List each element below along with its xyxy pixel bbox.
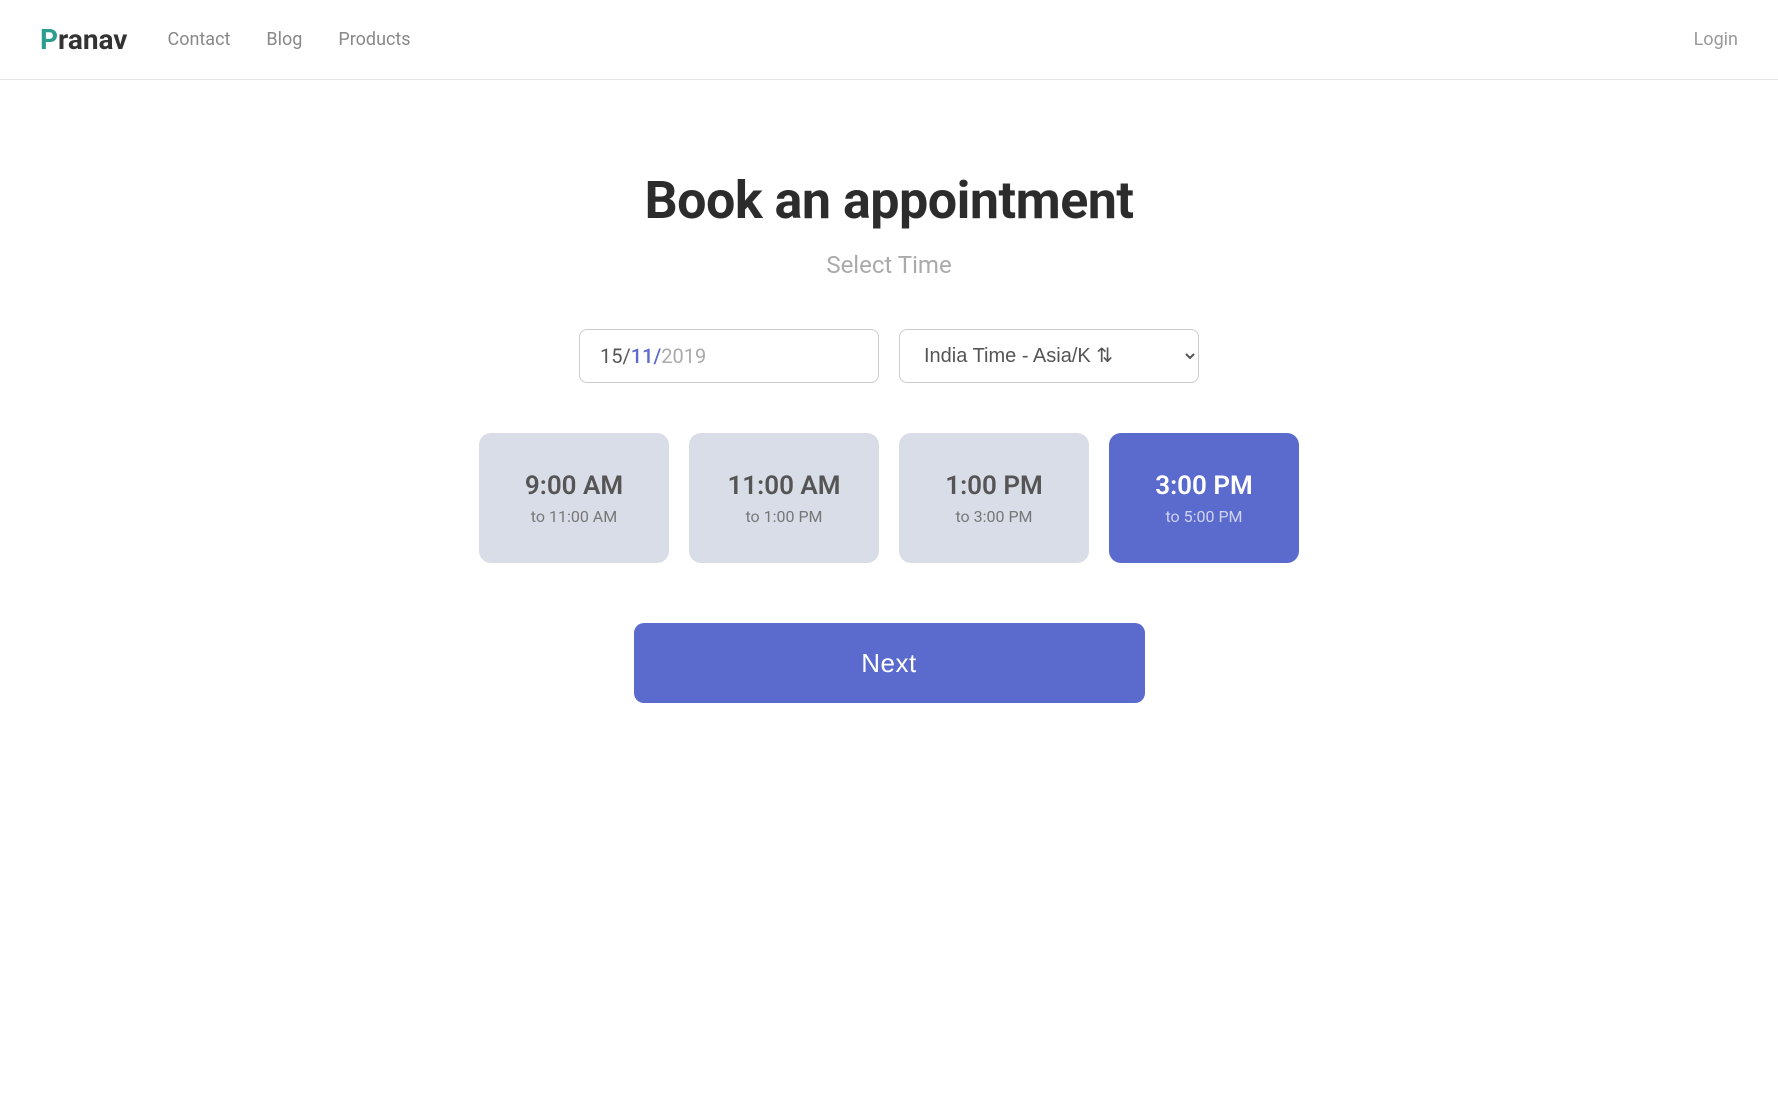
slot-4-end: to 5:00 PM xyxy=(1165,507,1242,526)
slot-3-end: to 3:00 PM xyxy=(955,507,1032,526)
slot-1-start: 9:00 AM xyxy=(525,471,623,501)
slot-2-end: to 1:00 PM xyxy=(745,507,822,526)
slot-1-end: to 11:00 AM xyxy=(531,507,617,526)
nav-item-contact[interactable]: Contact xyxy=(167,29,230,50)
time-slot-3[interactable]: 1:00 PM to 3:00 PM xyxy=(899,433,1089,563)
logo-p-letter: P xyxy=(40,23,58,56)
timezone-select[interactable]: India Time - Asia/K ⇅ UTC US Eastern - A… xyxy=(899,329,1199,383)
nav-link-contact[interactable]: Contact xyxy=(167,29,230,50)
date-month: 11/ xyxy=(631,344,662,368)
nav-link-products[interactable]: Products xyxy=(338,29,410,50)
time-slot-1[interactable]: 9:00 AM to 11:00 AM xyxy=(479,433,669,563)
nav-item-products[interactable]: Products xyxy=(338,29,410,50)
page-subtitle: Select Time xyxy=(826,251,951,279)
slot-3-start: 1:00 PM xyxy=(945,471,1043,501)
nav-link-blog[interactable]: Blog xyxy=(266,29,302,50)
slot-4-start: 3:00 PM xyxy=(1155,471,1253,501)
time-slot-4[interactable]: 3:00 PM to 5:00 PM xyxy=(1109,433,1299,563)
main-content: Book an appointment Select Time 15/11/20… xyxy=(0,80,1778,703)
logo-text: ranav xyxy=(58,23,127,56)
nav-item-blog[interactable]: Blog xyxy=(266,29,302,50)
date-field[interactable]: 15/11/2019 xyxy=(579,329,879,383)
login-button[interactable]: Login xyxy=(1694,29,1738,50)
next-button[interactable]: Next xyxy=(634,623,1145,703)
logo[interactable]: Pranav xyxy=(40,23,127,56)
time-slot-2[interactable]: 11:00 AM to 1:00 PM xyxy=(689,433,879,563)
controls-row: 15/11/2019 India Time - Asia/K ⇅ UTC US … xyxy=(579,329,1199,383)
time-slots-row: 9:00 AM to 11:00 AM 11:00 AM to 1:00 PM … xyxy=(479,433,1299,563)
slot-2-start: 11:00 AM xyxy=(727,471,840,501)
page-title: Book an appointment xyxy=(644,170,1133,231)
nav-links: Contact Blog Products xyxy=(167,29,410,50)
date-day: 15/ xyxy=(600,344,631,368)
date-year: 2019 xyxy=(661,344,706,368)
navbar: Pranav Contact Blog Products Login xyxy=(0,0,1778,80)
